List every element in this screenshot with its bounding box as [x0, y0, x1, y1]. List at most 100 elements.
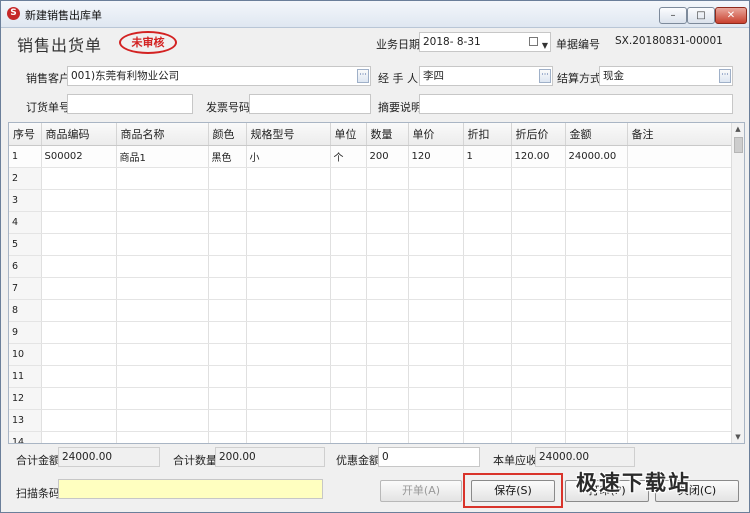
grid-cell[interactable] [330, 255, 367, 278]
grid-cell[interactable] [246, 167, 331, 190]
grid-cell[interactable] [565, 409, 628, 432]
grid-cell[interactable] [246, 343, 331, 366]
table-row[interactable]: 14 [9, 431, 733, 443]
scroll-down-icon[interactable]: ▼ [732, 431, 744, 443]
grid-cell[interactable] [565, 233, 628, 256]
grid-cell[interactable]: 120.00 [511, 145, 566, 168]
grid-cell[interactable] [408, 387, 464, 410]
grid-cell[interactable] [366, 167, 409, 190]
grid-cell[interactable] [565, 387, 628, 410]
grid-scrollbar[interactable]: ▲ ▼ [731, 123, 744, 443]
order-no-input[interactable] [67, 94, 193, 114]
col-header[interactable]: 金额 [565, 123, 628, 146]
col-header[interactable]: 折扣 [463, 123, 512, 146]
col-header[interactable]: 备注 [627, 123, 733, 146]
col-header[interactable]: 规格型号 [246, 123, 331, 146]
grid-cell[interactable] [41, 255, 117, 278]
grid-cell[interactable] [208, 189, 247, 212]
grid-cell[interactable] [208, 211, 247, 234]
line-items-grid[interactable]: 序号 商品编码 商品名称 颜色 规格型号 单位 数量 单价 折扣 折后价 金额 … [8, 122, 745, 444]
grid-cell[interactable] [627, 211, 733, 234]
grid-cell[interactable] [246, 299, 331, 322]
grid-cell[interactable] [511, 233, 566, 256]
grid-cell[interactable]: 小 [246, 145, 331, 168]
grid-cell[interactable] [208, 409, 247, 432]
grid-cell[interactable] [366, 255, 409, 278]
maximize-button[interactable]: □ [687, 7, 715, 24]
grid-cell[interactable] [116, 321, 209, 344]
grid-cell[interactable] [246, 387, 331, 410]
grid-cell[interactable] [511, 255, 566, 278]
grid-cell[interactable] [208, 167, 247, 190]
settle-lookup-icon[interactable]: ··· [719, 69, 731, 83]
scroll-thumb[interactable] [734, 137, 743, 153]
table-row[interactable]: 13 [9, 409, 733, 432]
grid-cell[interactable] [246, 365, 331, 388]
table-row[interactable]: 2 [9, 167, 733, 190]
grid-cell[interactable] [41, 321, 117, 344]
customer-lookup-icon[interactable]: ··· [357, 69, 369, 83]
grid-cell[interactable] [116, 233, 209, 256]
grid-cell[interactable] [408, 277, 464, 300]
col-header[interactable]: 折后价 [511, 123, 566, 146]
grid-cell[interactable] [116, 409, 209, 432]
grid-cell[interactable] [511, 189, 566, 212]
grid-cell[interactable] [41, 409, 117, 432]
grid-cell[interactable] [565, 167, 628, 190]
col-header[interactable]: 序号 [9, 123, 42, 146]
grid-cell[interactable] [41, 211, 117, 234]
grid-cell[interactable] [627, 299, 733, 322]
grid-cell[interactable] [208, 431, 247, 443]
grid-cell[interactable] [565, 365, 628, 388]
grid-cell[interactable] [330, 299, 367, 322]
grid-cell[interactable] [408, 343, 464, 366]
grid-cell[interactable] [627, 365, 733, 388]
grid-cell[interactable] [208, 343, 247, 366]
grid-cell[interactable] [463, 431, 512, 443]
grid-cell[interactable] [116, 255, 209, 278]
grid-cell[interactable] [208, 255, 247, 278]
grid-cell[interactable] [366, 189, 409, 212]
grid-cell[interactable] [330, 211, 367, 234]
table-row[interactable]: 8 [9, 299, 733, 322]
close-button[interactable]: ✕ [715, 7, 747, 24]
table-row[interactable]: 9 [9, 321, 733, 344]
grid-cell[interactable] [246, 255, 331, 278]
date-picker[interactable]: 2018- 8-31 ▼ [419, 32, 551, 52]
grid-cell[interactable] [463, 299, 512, 322]
table-row[interactable]: 11 [9, 365, 733, 388]
grid-cell[interactable] [511, 343, 566, 366]
grid-cell[interactable] [41, 299, 117, 322]
grid-cell[interactable] [330, 277, 367, 300]
grid-cell[interactable]: 个 [330, 145, 367, 168]
grid-cell[interactable]: 120 [408, 145, 464, 168]
grid-cell[interactable] [116, 431, 209, 443]
grid-cell[interactable] [366, 431, 409, 443]
table-row[interactable]: 1 S00002 商品1 黑色小个 200 120 1 120.00 24000.00 [9, 145, 733, 168]
grid-cell[interactable] [627, 145, 733, 168]
grid-cell[interactable] [627, 255, 733, 278]
table-row[interactable]: 7 [9, 277, 733, 300]
grid-cell[interactable] [41, 365, 117, 388]
grid-cell[interactable] [246, 431, 331, 443]
grid-cell[interactable] [330, 167, 367, 190]
grid-cell[interactable] [565, 431, 628, 443]
grid-cell[interactable] [366, 387, 409, 410]
invoice-no-input[interactable] [249, 94, 371, 114]
grid-cell[interactable] [246, 189, 331, 212]
grid-cell[interactable] [565, 189, 628, 212]
grid-cell[interactable] [511, 299, 566, 322]
scroll-up-icon[interactable]: ▲ [732, 123, 744, 135]
grid-cell[interactable] [463, 365, 512, 388]
grid-cell[interactable] [208, 299, 247, 322]
grid-cell[interactable] [208, 233, 247, 256]
remark-input[interactable] [419, 94, 733, 114]
col-header[interactable]: 单位 [330, 123, 367, 146]
grid-cell[interactable] [41, 431, 117, 443]
grid-cell[interactable] [511, 167, 566, 190]
grid-cell[interactable] [116, 211, 209, 234]
grid-cell[interactable] [511, 277, 566, 300]
grid-cell[interactable] [330, 431, 367, 443]
grid-cell[interactable] [41, 167, 117, 190]
grid-cell[interactable] [246, 211, 331, 234]
